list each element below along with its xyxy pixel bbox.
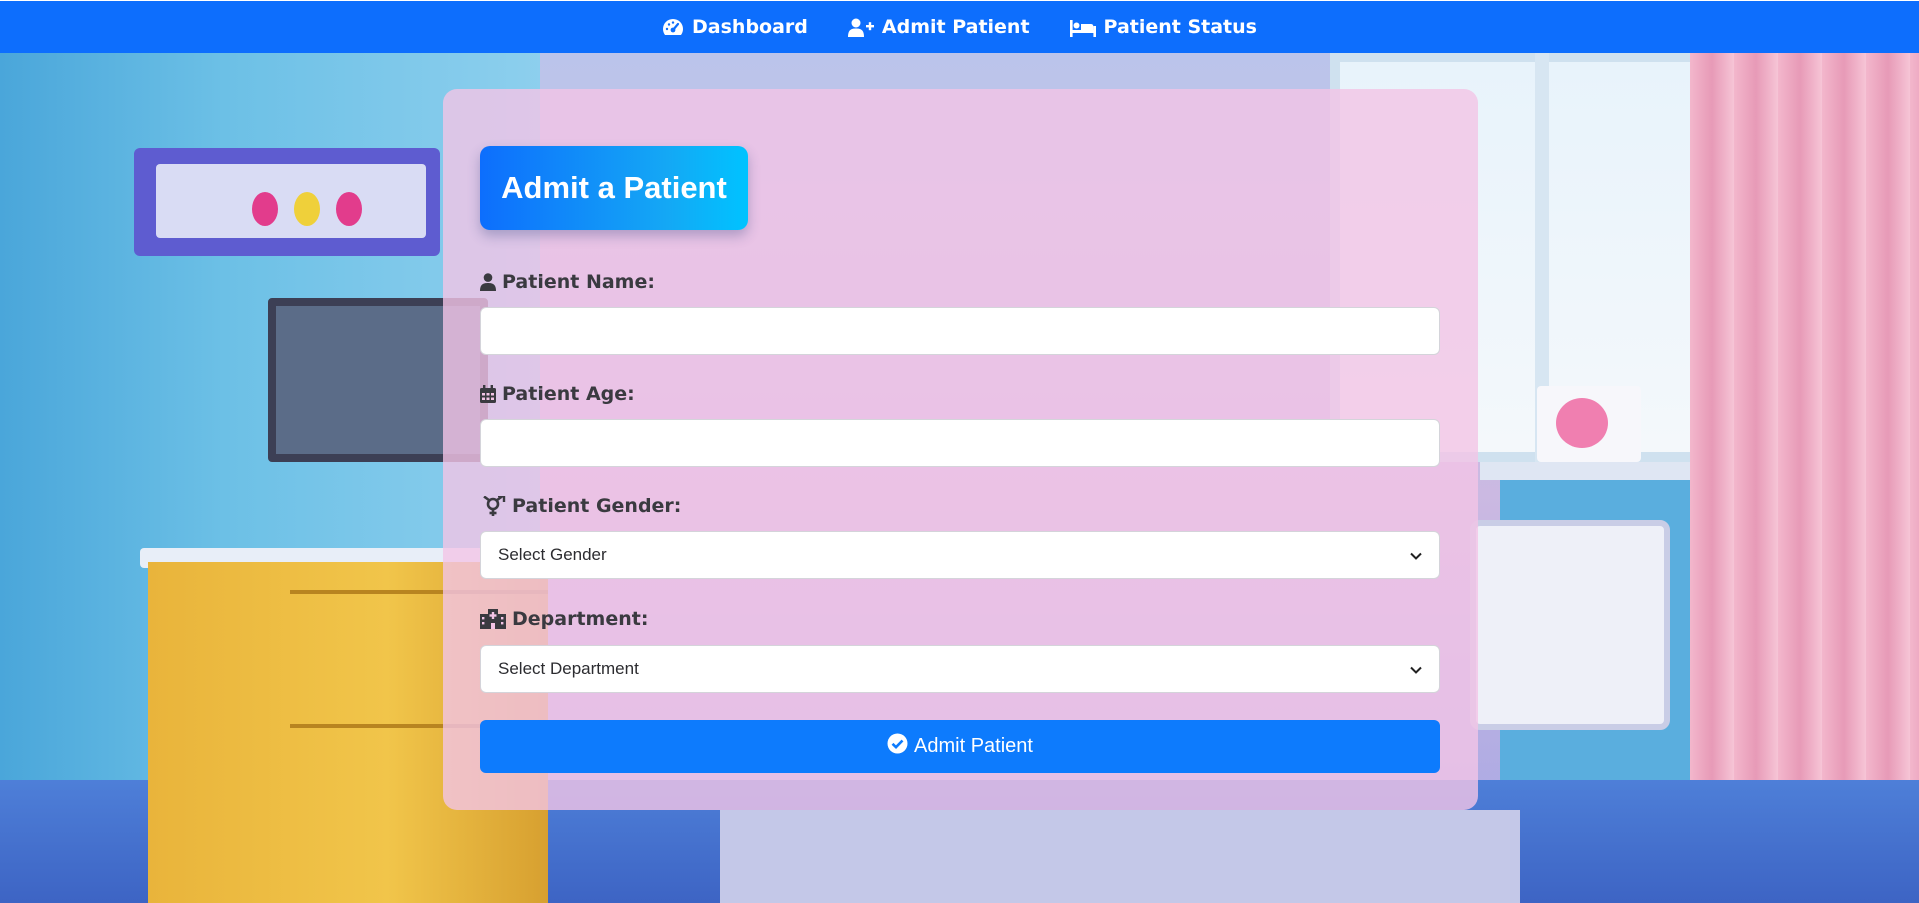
admit-form-card: Admit a Patient Patient Name: Patient Ag… xyxy=(443,89,1478,810)
patient-gender-select[interactable]: Select Gender xyxy=(480,531,1440,579)
panel-light xyxy=(336,192,362,226)
admit-patient-button[interactable]: Admit Patient xyxy=(480,720,1440,773)
nav-patient-status[interactable]: Patient Status xyxy=(1069,16,1257,38)
bed-icon xyxy=(1069,18,1096,37)
field-label-text: Patient Age: xyxy=(502,383,635,405)
nav-admit-patient[interactable]: Admit Patient xyxy=(847,16,1030,38)
patient-gender-label: Patient Gender: xyxy=(480,495,681,517)
calendar-icon xyxy=(480,385,496,403)
user-icon xyxy=(480,273,496,291)
patient-name-label: Patient Name: xyxy=(480,271,655,293)
hospital-icon xyxy=(480,609,506,629)
check-circle-icon xyxy=(887,733,908,760)
select-value: Select Department xyxy=(498,659,639,678)
flower xyxy=(1556,398,1608,448)
department-select[interactable]: Select Department xyxy=(480,645,1440,693)
nav-label: Admit Patient xyxy=(881,16,1030,38)
patient-age-label: Patient Age: xyxy=(480,383,635,405)
nav-label: Dashboard xyxy=(692,16,808,38)
window-sill xyxy=(1480,462,1710,480)
gauge-icon xyxy=(662,18,684,37)
nav-dashboard[interactable]: Dashboard xyxy=(662,16,808,38)
top-navbar: Dashboard Admit Patient Patient Status xyxy=(0,0,1919,53)
select-value: Select Gender xyxy=(498,545,607,564)
bed-rail xyxy=(1470,520,1670,730)
patient-name-input[interactable] xyxy=(480,307,1440,355)
chevron-down-icon xyxy=(1410,545,1422,565)
panel-light xyxy=(252,192,278,226)
chevron-down-icon xyxy=(1410,659,1422,679)
panel-light xyxy=(294,192,320,226)
nav-label: Patient Status xyxy=(1103,16,1257,38)
form-title-box: Admit a Patient xyxy=(480,146,748,230)
department-label: Department: xyxy=(480,608,648,630)
wall-panel-inner xyxy=(156,164,426,238)
field-label-text: Patient Gender: xyxy=(512,495,682,517)
field-label-text: Patient Name: xyxy=(502,271,655,293)
gender-icon xyxy=(480,496,506,516)
user-plus-icon xyxy=(847,18,874,37)
patient-age-input[interactable] xyxy=(480,419,1440,467)
bed-base xyxy=(720,810,1520,903)
button-label: Admit Patient xyxy=(914,735,1033,757)
form-title: Admit a Patient xyxy=(501,170,727,205)
field-label-text: Department: xyxy=(512,608,649,630)
curtain xyxy=(1690,52,1919,903)
